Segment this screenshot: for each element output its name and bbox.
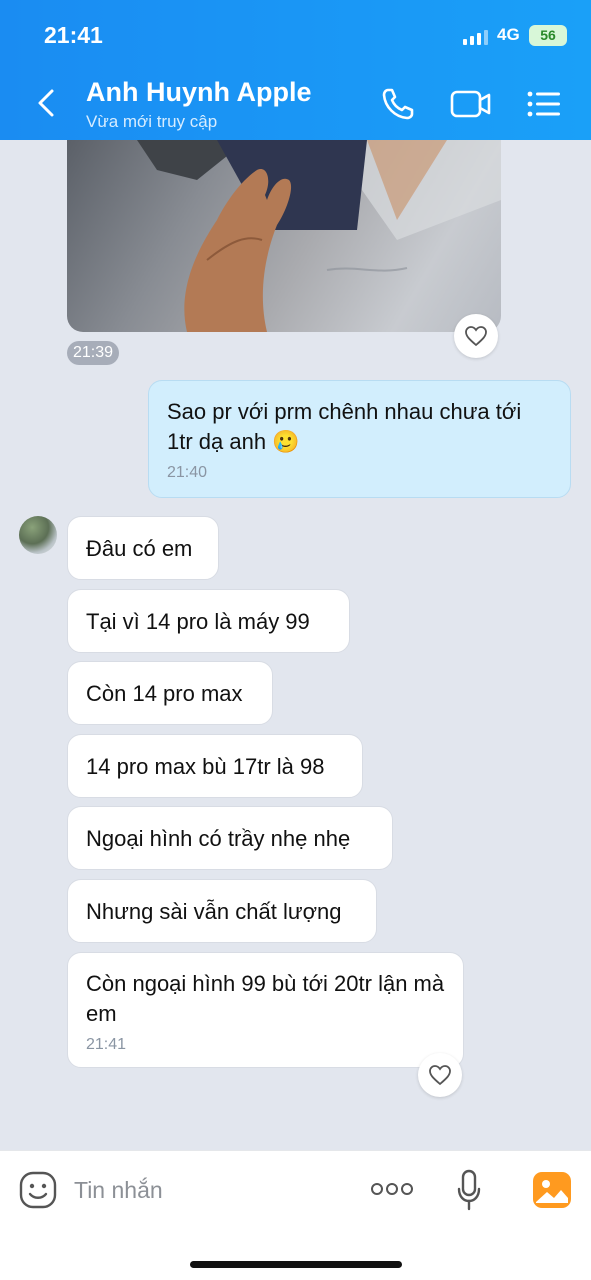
network-type: 4G [497, 25, 520, 44]
battery-indicator: 56 [529, 25, 567, 46]
heart-icon [465, 326, 487, 347]
message-text: Ngoại hình có trầy nhẹ nhẹ [86, 826, 351, 851]
react-button[interactable] [454, 314, 498, 358]
message-text: Còn ngoại hình 99 bù tới 20tr lận mà em [86, 971, 445, 1026]
back-arrow-icon[interactable] [36, 88, 56, 118]
phone-icon[interactable] [380, 86, 416, 122]
more-icon[interactable] [370, 1181, 414, 1197]
message-timestamp: 21:40 [167, 464, 208, 481]
incoming-message[interactable]: Đâu có em [67, 516, 219, 580]
message-text: Còn 14 pro max [86, 681, 243, 706]
home-indicator [190, 1261, 402, 1268]
chat-header: 21:41 4G 56 Anh Huynh Apple Vừa mới truy… [0, 0, 591, 140]
incoming-message[interactable]: 14 pro max bù 17tr là 98 [67, 734, 363, 798]
message-text: Nhưng sài vẫn chất lượng [86, 899, 342, 924]
contact-status: Vừa mới truy cập [86, 112, 218, 131]
message-input[interactable]: Tin nhắn [74, 1177, 163, 1204]
message-timestamp: 21:41 [86, 1036, 127, 1053]
video-call-icon[interactable] [450, 88, 492, 120]
outgoing-message[interactable]: Sao pr với prm chênh nhau chưa tới 1tr d… [148, 380, 571, 498]
message-text: 14 pro max bù 17tr là 98 [86, 754, 325, 779]
incoming-message[interactable]: Ngoại hình có trầy nhẹ nhẹ [67, 806, 393, 870]
signal-icon [463, 29, 488, 45]
message-text: Tại vì 14 pro là máy 99 [86, 609, 310, 634]
photo-message[interactable] [67, 140, 501, 332]
photo-content [137, 140, 501, 332]
contact-avatar[interactable] [19, 516, 57, 554]
status-time: 21:41 [44, 22, 103, 48]
incoming-message[interactable]: Nhưng sài vẫn chất lượng [67, 879, 377, 943]
image-icon[interactable] [532, 1171, 572, 1209]
message-timestamp: 21:39 [67, 341, 120, 365]
react-button[interactable] [418, 1053, 462, 1097]
message-text: Sao pr với prm chênh nhau chưa tới 1tr d… [167, 399, 522, 454]
incoming-message[interactable]: Tại vì 14 pro là máy 99 [67, 589, 350, 653]
message-text: Đâu có em [86, 536, 193, 561]
contact-name[interactable]: Anh Huynh Apple [86, 77, 311, 108]
microphone-icon[interactable] [456, 1169, 482, 1211]
menu-icon[interactable] [527, 90, 561, 118]
incoming-message[interactable]: Còn ngoại hình 99 bù tới 20tr lận mà em … [67, 952, 464, 1068]
sticker-icon[interactable] [19, 1171, 57, 1209]
heart-icon [429, 1065, 451, 1086]
message-input-bar: Tin nhắn [0, 1150, 591, 1280]
incoming-message[interactable]: Còn 14 pro max [67, 661, 273, 725]
